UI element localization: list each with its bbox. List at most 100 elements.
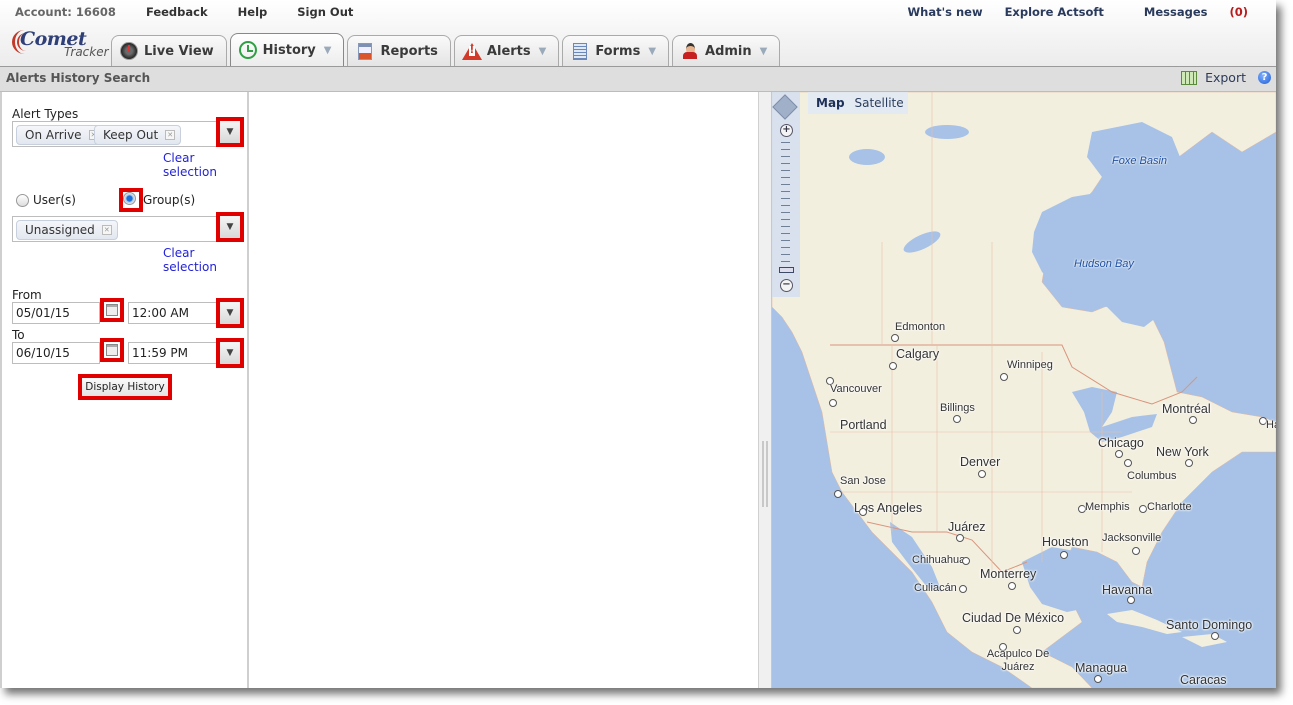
- map-type-map-button[interactable]: Map: [816, 96, 845, 110]
- main-tabs: Live View History ▼ Reports Alerts ▼ For…: [111, 33, 783, 66]
- chevron-down-icon: ▼: [226, 308, 234, 318]
- lake: [849, 149, 885, 165]
- city-label: Monterrey: [980, 567, 1037, 581]
- chip-label: Keep Out: [103, 128, 159, 142]
- zoom-out-button[interactable]: −: [780, 279, 793, 292]
- gauge-icon: [120, 42, 138, 60]
- tab-reports[interactable]: Reports: [347, 35, 451, 66]
- whats-new-link[interactable]: What's new: [907, 5, 982, 19]
- account-number: Account: 16608: [15, 5, 116, 19]
- city-marker-icon: [1127, 596, 1135, 604]
- search-panel: Alert Types On Arrive✕ Keep Out✕ ▼ Clear…: [0, 92, 249, 688]
- city-label: Montréal: [1162, 402, 1211, 416]
- chevron-down-icon: ▼: [226, 348, 234, 358]
- city-label: Chicago: [1098, 436, 1144, 450]
- city-label: Winnipeg: [1007, 359, 1053, 371]
- city-label: Houston: [1042, 535, 1089, 549]
- chevron-down-icon: ▼: [226, 127, 234, 137]
- from-calendar-button[interactable]: [100, 298, 124, 322]
- splitter-grip-icon: [762, 441, 764, 507]
- help-icon[interactable]: ?: [1258, 71, 1271, 84]
- logo-sub: Tracker: [64, 45, 109, 59]
- panel-splitter[interactable]: [758, 92, 772, 688]
- messages-label: Messages: [1143, 5, 1208, 19]
- tab-label: Reports: [380, 43, 438, 59]
- city-marker-icon: [889, 362, 897, 370]
- tab-label: Live View: [144, 43, 214, 59]
- city-label: Calgary: [896, 347, 940, 361]
- city-label: Acapulco De Juárez: [978, 648, 1058, 674]
- to-date-input[interactable]: 06/10/15: [12, 342, 100, 364]
- city-marker-icon: [1008, 582, 1016, 590]
- city-marker-icon: [1115, 450, 1123, 458]
- chip-label: Unassigned: [25, 223, 95, 237]
- from-date-input[interactable]: 05/01/15: [12, 302, 100, 324]
- groups-dropdown-button[interactable]: ▼: [216, 212, 244, 242]
- city-label: Memphis: [1085, 501, 1130, 513]
- remove-icon[interactable]: ✕: [101, 225, 112, 235]
- alert-types-select[interactable]: On Arrive✕ Keep Out ✕: [12, 121, 243, 147]
- city-marker-icon: [859, 508, 867, 516]
- groups-select[interactable]: Unassigned ✕: [12, 216, 243, 242]
- from-time-dropdown-button[interactable]: ▼: [216, 298, 244, 328]
- tab-history[interactable]: History ▼: [229, 33, 345, 66]
- city-label: Caracas: [1180, 673, 1227, 687]
- messages-link[interactable]: Messages (0): [1126, 5, 1248, 19]
- tab-label: History: [262, 42, 316, 58]
- city-marker-icon: [959, 585, 967, 593]
- map-zoom-control: + −: [772, 92, 800, 297]
- clear-groups-link[interactable]: Clear selection: [163, 246, 247, 274]
- map-type-satellite-button[interactable]: Satellite: [854, 96, 903, 110]
- city-marker-icon: [1013, 626, 1021, 634]
- export-label: Export: [1205, 70, 1246, 85]
- tab-admin[interactable]: Admin ▼: [672, 35, 781, 66]
- export-button[interactable]: Export: [1181, 70, 1246, 85]
- chevron-down-icon[interactable]: ▼: [539, 46, 547, 57]
- admin-user-icon: [681, 42, 699, 60]
- remove-icon[interactable]: ✕: [165, 130, 176, 140]
- tab-alerts[interactable]: Alerts ▼: [453, 35, 560, 66]
- pan-control-icon[interactable]: [772, 94, 798, 120]
- to-time-dropdown-button[interactable]: ▼: [216, 338, 244, 368]
- selected-chip: Unassigned ✕: [16, 220, 118, 240]
- display-history-button[interactable]: Display History: [78, 374, 172, 400]
- clear-alert-types-link[interactable]: Clear selection: [163, 151, 247, 179]
- alert-types-dropdown-button[interactable]: ▼: [216, 117, 244, 147]
- city-marker-icon: [1124, 459, 1132, 467]
- comet-tracker-logo: Comet Tracker: [10, 28, 109, 62]
- map-view[interactable]: Foxe Basin Hudson Bay Edmonton Calgary W…: [772, 92, 1276, 688]
- city-label: Jacksonville: [1102, 532, 1162, 544]
- city-label: Columbus: [1127, 470, 1177, 482]
- top-header: Account: 16608 Feedback Help Sign Out Wh…: [0, 0, 1276, 66]
- selected-chip: Keep Out ✕: [94, 125, 182, 145]
- explore-actsoft-link[interactable]: Explore Actsoft: [1005, 5, 1104, 19]
- alert-types-label: Alert Types: [12, 107, 79, 121]
- tab-label: Forms: [595, 43, 641, 59]
- help-link[interactable]: Help: [238, 5, 268, 19]
- feedback-link[interactable]: Feedback: [146, 5, 208, 19]
- tab-live-view[interactable]: Live View: [111, 35, 227, 66]
- city-label: Chihuahua: [912, 554, 966, 566]
- hispaniola-land: [1182, 634, 1227, 647]
- groups-radio[interactable]: [123, 192, 136, 205]
- zoom-scale[interactable]: [781, 142, 790, 272]
- tab-label: Admin: [705, 43, 752, 59]
- users-radio[interactable]: [16, 194, 29, 207]
- zoom-in-button[interactable]: +: [780, 124, 793, 137]
- users-radio-label: User(s): [33, 193, 76, 207]
- chevron-down-icon[interactable]: ▼: [324, 45, 332, 56]
- to-time-input[interactable]: 11:59 PM: [128, 342, 220, 364]
- spreadsheet-icon: [1181, 70, 1198, 85]
- city-marker-icon: [1000, 373, 1008, 381]
- zoom-slider-handle[interactable]: [779, 267, 794, 273]
- messages-count: (0): [1229, 5, 1248, 19]
- city-label: Charlotte: [1147, 501, 1192, 513]
- tab-forms[interactable]: Forms ▼: [562, 35, 670, 66]
- sign-out-link[interactable]: Sign Out: [297, 5, 353, 19]
- city-label-text: Acapulco De Juárez: [986, 648, 1050, 673]
- warning-triangle-icon: [461, 42, 482, 60]
- chevron-down-icon[interactable]: ▼: [648, 46, 656, 57]
- from-time-input[interactable]: 12:00 AM: [128, 302, 220, 324]
- chevron-down-icon[interactable]: ▼: [760, 46, 768, 57]
- to-calendar-button[interactable]: [100, 338, 124, 362]
